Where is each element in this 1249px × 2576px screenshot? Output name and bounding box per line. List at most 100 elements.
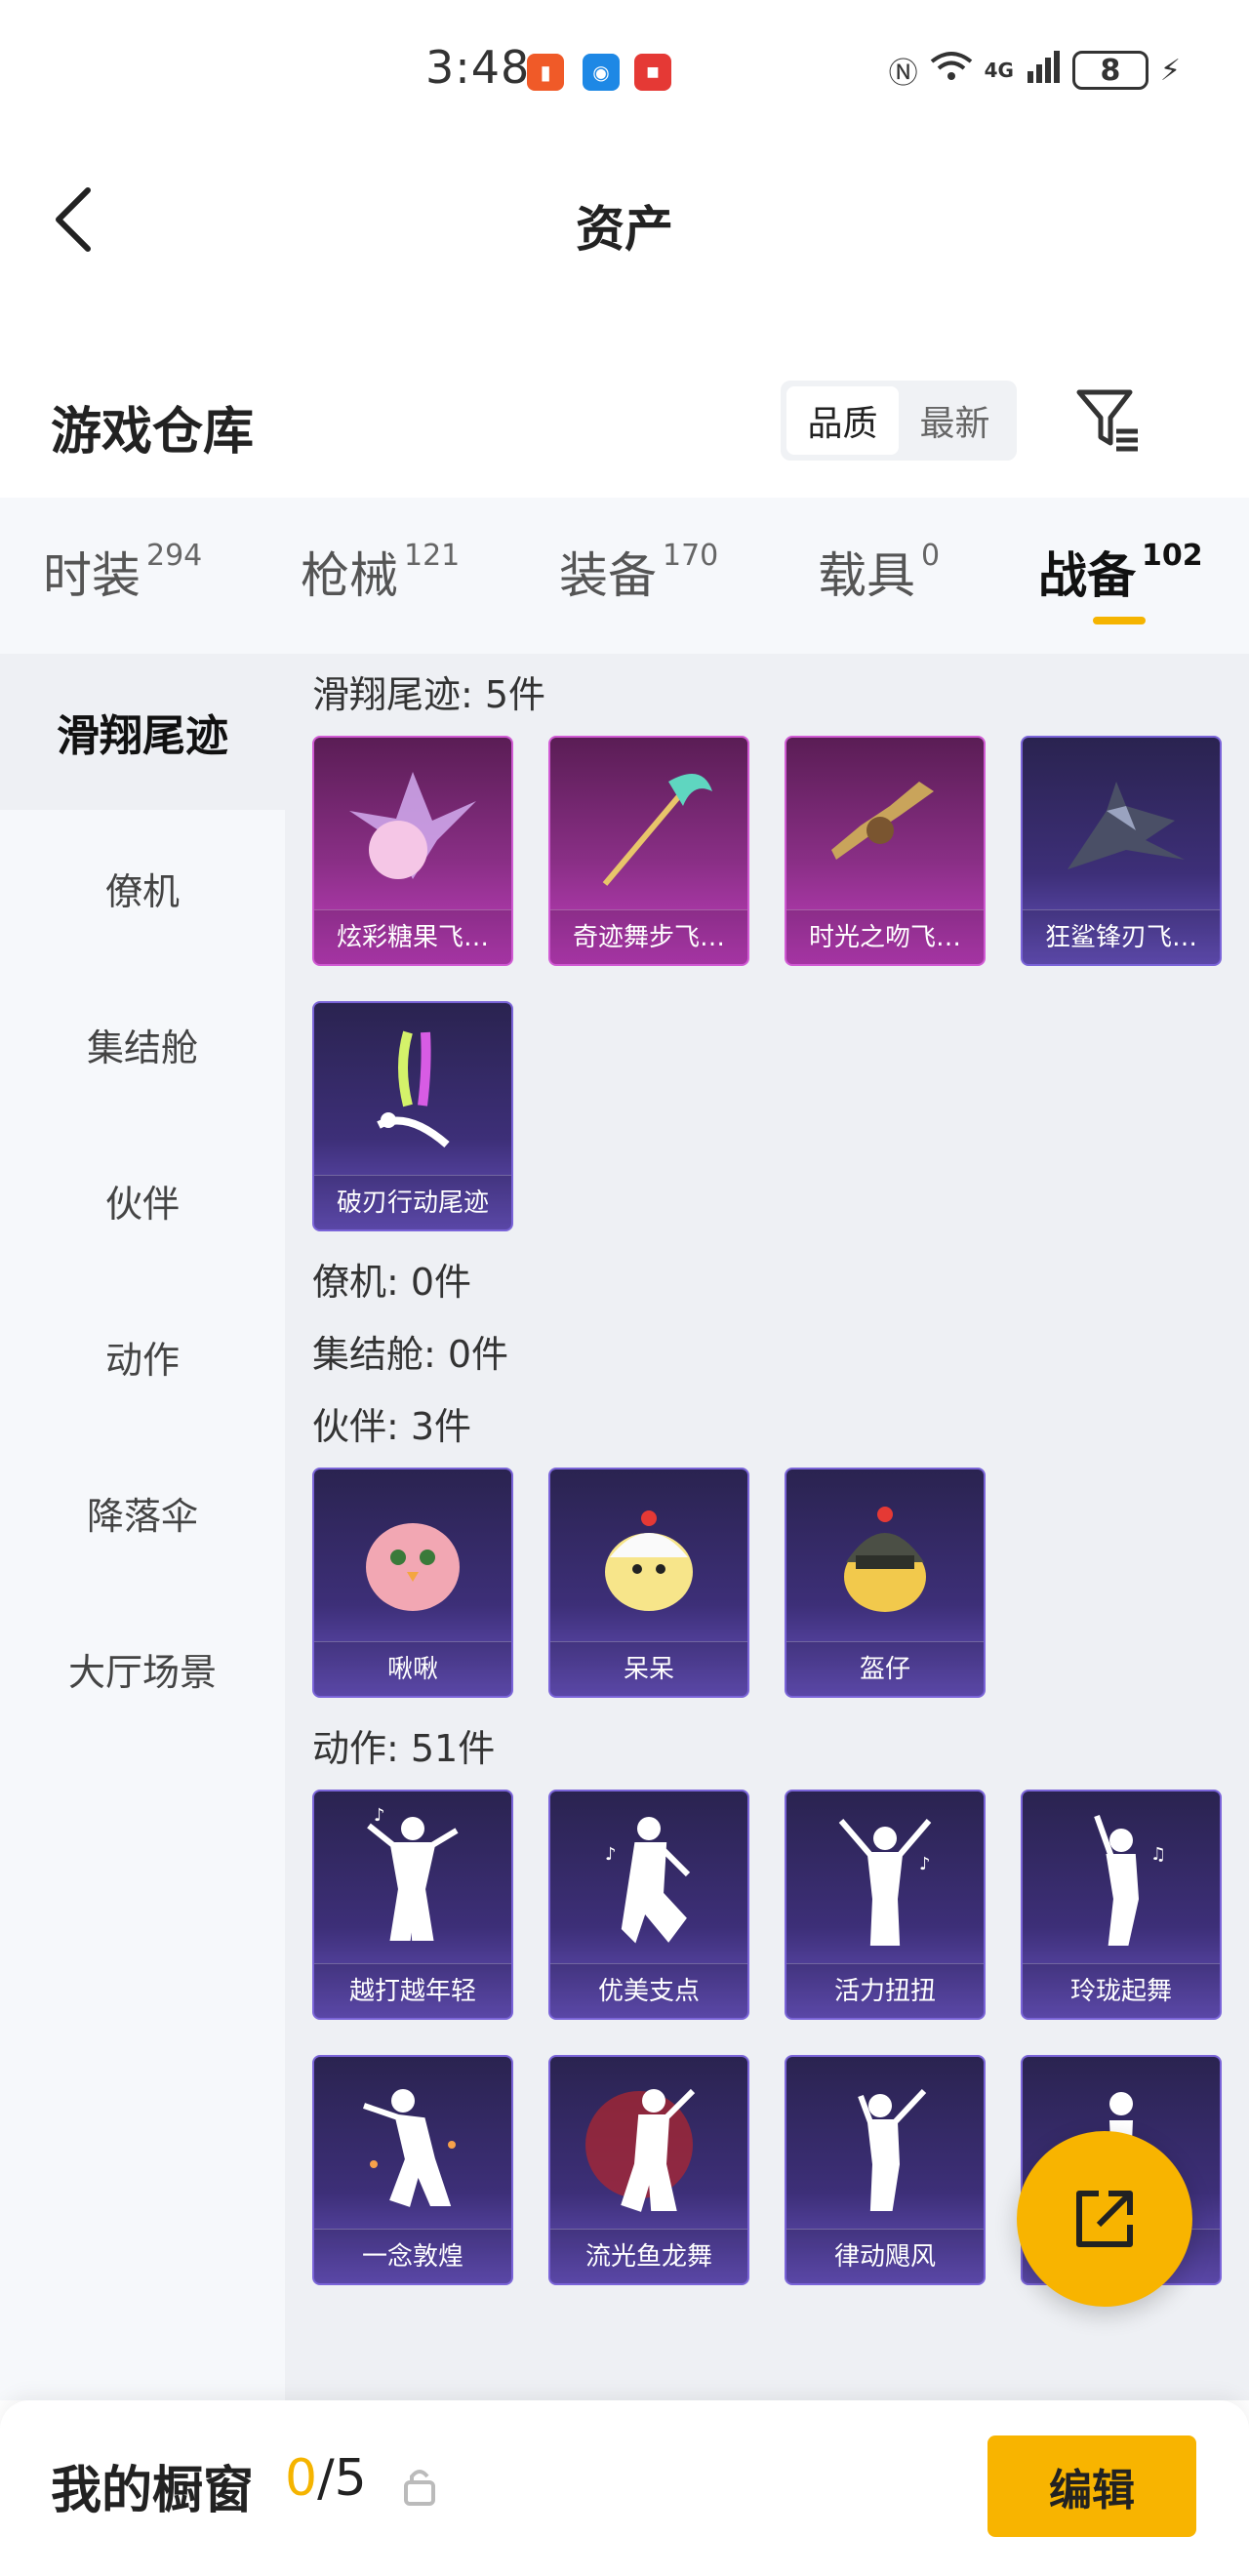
sidebar: 滑翔尾迹 僚机 集结舱 伙伴 动作 降落伞 大厅场景 xyxy=(0,654,285,2400)
sidebar-item-wingman[interactable]: 僚机 xyxy=(0,810,285,966)
dancer-image: ♪ xyxy=(786,1791,984,1967)
charging-icon: ⚡ xyxy=(1159,53,1181,88)
svg-text:♪: ♪ xyxy=(919,1854,931,1874)
external-link-icon xyxy=(1076,2191,1133,2247)
tab-equipment[interactable]: 装备 170 xyxy=(559,537,718,607)
item-label: 狂鲨锋刃飞… xyxy=(1023,909,1220,964)
item-grid: 炫彩糖果飞… 奇迹舞步飞… 时光之吻飞… 狂鲨锋刃飞… 破刃行动尾迹 xyxy=(312,736,1229,1231)
status-bar: 3:48 ▮ ◉ ■ Ⓝ 4G 8 ⚡ xyxy=(0,0,1249,146)
tab-readiness[interactable]: 战备 102 xyxy=(1038,537,1203,607)
dancer-image: ♫ xyxy=(1023,1791,1220,1967)
status-time: 3:48 xyxy=(425,41,531,94)
item-label: 呆呆 xyxy=(550,1641,747,1696)
tab-vehicles[interactable]: 载具 0 xyxy=(818,537,940,607)
item-label: 破刃行动尾迹 xyxy=(314,1175,511,1229)
item-label: 盔仔 xyxy=(786,1641,984,1696)
sidebar-item-emote[interactable]: 动作 xyxy=(0,1278,285,1434)
yellow-chick-image xyxy=(550,1469,747,1645)
svg-text:♫: ♫ xyxy=(1150,1844,1166,1865)
svg-text:♪: ♪ xyxy=(374,1805,385,1826)
active-tab-indicator xyxy=(1093,617,1146,624)
section-title: 僚机: 0件 xyxy=(312,1261,472,1304)
dancer-image xyxy=(786,2057,984,2233)
tab-count: 0 xyxy=(921,539,941,573)
signal-icon xyxy=(1026,50,1061,91)
item-card[interactable]: ♫ 玲珑起舞 xyxy=(1021,1790,1222,2020)
section-title: 伙伴: 3件 xyxy=(312,1405,472,1448)
helmet-chick-image xyxy=(786,1469,984,1645)
item-card[interactable]: 破刃行动尾迹 xyxy=(312,1001,513,1231)
category-tabs: 时装 294 枪械 121 装备 170 载具 0 战备 102 xyxy=(0,498,1249,654)
showcase-title: 我的橱窗 xyxy=(51,2462,255,2520)
candy-trail-image xyxy=(314,738,511,913)
blade-trail-image xyxy=(314,1003,511,1179)
sidebar-item-parachute[interactable]: 降落伞 xyxy=(0,1434,285,1590)
battery-icon: 8 xyxy=(1071,51,1148,90)
sidebar-item-partner[interactable]: 伙伴 xyxy=(0,1122,285,1278)
item-card[interactable]: 律动飓风 xyxy=(785,2055,986,2285)
section-title: 集结舱: 0件 xyxy=(312,1333,509,1376)
item-card[interactable]: 啾啾 xyxy=(312,1468,513,1698)
asset-list: 滑翔尾迹: 5件 炫彩糖果飞… 奇迹舞步飞… 时光之吻飞… 狂鲨锋刃飞… 破刃行… xyxy=(312,654,1229,2305)
item-card[interactable]: 一念敦煌 xyxy=(312,2055,513,2285)
item-card[interactable]: 时光之吻飞… xyxy=(785,736,986,966)
share-button[interactable] xyxy=(1017,2131,1192,2307)
item-card[interactable]: ♪ 越打越年轻 xyxy=(312,1790,513,2020)
item-label: 一念敦煌 xyxy=(314,2229,511,2283)
tab-label: 装备 xyxy=(559,547,657,604)
section-title: 动作: 51件 xyxy=(312,1727,496,1770)
wifi-icon xyxy=(930,50,973,91)
tab-label: 载具 xyxy=(818,547,915,604)
sidebar-item-pod[interactable]: 集结舱 xyxy=(0,966,285,1122)
tab-count: 102 xyxy=(1142,539,1203,573)
showcase-bar: 我的橱窗 0/5 编辑 xyxy=(0,2400,1249,2576)
pink-chick-image xyxy=(314,1469,511,1645)
warehouse-header: 游戏仓库 品质 最新 xyxy=(0,371,1249,478)
item-card[interactable]: ♪ 活力扭扭 xyxy=(785,1790,986,2020)
dancer-image: ♪ xyxy=(550,1791,747,1967)
notification-app-icon: ■ xyxy=(634,54,671,91)
notification-app-icon: ◉ xyxy=(583,54,620,91)
nfc-icon: Ⓝ xyxy=(888,57,918,91)
main-content: 滑翔尾迹 僚机 集结舱 伙伴 动作 降落伞 大厅场景 滑翔尾迹: 5件 炫彩糖果… xyxy=(0,654,1249,2400)
tab-label: 战备 xyxy=(1038,547,1136,604)
tab-count: 170 xyxy=(663,539,719,573)
tab-fashion[interactable]: 时装 294 xyxy=(43,537,202,607)
item-card[interactable]: 狂鲨锋刃飞… xyxy=(1021,736,1222,966)
item-card[interactable]: 呆呆 xyxy=(548,1468,749,1698)
showcase-count-total: /5 xyxy=(317,2449,367,2508)
nav-header: 资产 xyxy=(0,146,1249,293)
showcase-count: 0/5 xyxy=(285,2449,367,2508)
item-card[interactable]: 炫彩糖果飞… xyxy=(312,736,513,966)
item-label: 流光鱼龙舞 xyxy=(550,2229,747,2283)
item-card[interactable]: ♪ 优美支点 xyxy=(548,1790,749,2020)
section-title: 滑翔尾迹: 5件 xyxy=(312,673,546,716)
item-label: 炫彩糖果飞… xyxy=(314,909,511,964)
sort-quality-button[interactable]: 品质 xyxy=(786,386,899,455)
tab-guns[interactable]: 枪械 121 xyxy=(301,537,460,607)
sort-toggle: 品质 最新 xyxy=(781,381,1017,461)
showcase-count-current: 0 xyxy=(285,2449,318,2508)
item-card[interactable]: 流光鱼龙舞 xyxy=(548,2055,749,2285)
item-label: 时光之吻飞… xyxy=(786,909,984,964)
edit-button[interactable]: 编辑 xyxy=(987,2435,1196,2537)
filter-icon[interactable] xyxy=(1073,386,1144,455)
dancer-image xyxy=(314,2057,511,2233)
notification-app-icon: ▮ xyxy=(527,54,564,91)
sort-latest-button[interactable]: 最新 xyxy=(899,386,1011,455)
dancer-image: ♪ xyxy=(314,1791,511,1967)
shark-trail-image xyxy=(1023,738,1220,913)
item-grid: 啾啾 呆呆 盔仔 xyxy=(312,1468,1229,1698)
page-title: 资产 xyxy=(576,201,673,258)
item-label: 优美支点 xyxy=(550,1963,747,2018)
lock-icon xyxy=(402,2467,437,2506)
item-label: 越打越年轻 xyxy=(314,1963,511,2018)
system-icons: Ⓝ 4G 8 ⚡ xyxy=(889,49,1181,92)
dancer-image xyxy=(550,2057,747,2233)
hourglass-trail-image xyxy=(786,738,984,913)
sidebar-item-glide-trail[interactable]: 滑翔尾迹 xyxy=(0,654,285,810)
item-card[interactable]: 奇迹舞步飞… xyxy=(548,736,749,966)
item-card[interactable]: 盔仔 xyxy=(785,1468,986,1698)
sidebar-item-lobby[interactable]: 大厅场景 xyxy=(0,1590,285,1747)
tab-count: 294 xyxy=(146,539,203,573)
